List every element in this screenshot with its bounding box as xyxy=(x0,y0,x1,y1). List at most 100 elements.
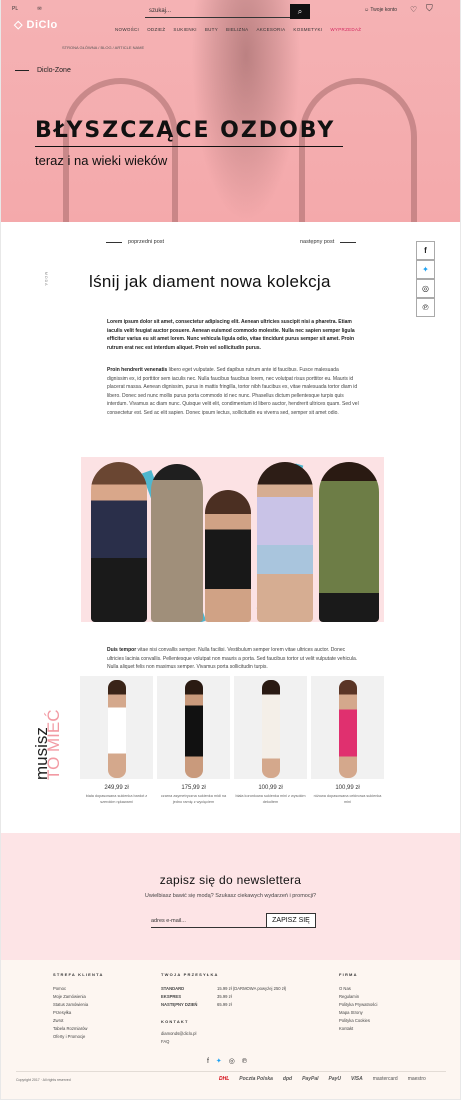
footer-social: f✦◎℗ xyxy=(1,1057,460,1065)
hero-arch-left xyxy=(63,78,178,222)
wishlist-heart-icon[interactable]: ♡ xyxy=(410,5,417,14)
next-post-link[interactable]: następny post xyxy=(300,239,357,245)
product-price: 100,99 zł xyxy=(258,785,283,791)
twitter-icon[interactable]: ✦ xyxy=(216,1058,229,1065)
paypal-logo: PayPal xyxy=(302,1076,319,1082)
product-name[interactable]: biała dopasowana sukienka bardot z szero… xyxy=(80,794,153,805)
product-name[interactable]: czarna asymetryczna sukienka midi na jed… xyxy=(157,794,230,805)
product-model-figure xyxy=(339,680,357,778)
shipping-price: 65.99 zł xyxy=(217,1002,232,1007)
instagram-icon[interactable]: ◎ xyxy=(416,279,435,298)
product-image[interactable] xyxy=(157,676,230,779)
product-card[interactable]: 100,99 zł biała koronkowa sukienka mini … xyxy=(234,676,307,805)
product-list: 249,99 zł biała dopasowana sukienka bard… xyxy=(80,676,384,805)
post-paragraph-1-text: Lorem ipsum dolor sit amet, consectetur … xyxy=(107,319,355,351)
nav-item-shoes[interactable]: BUTY xyxy=(205,27,218,32)
main-nav: NOWOŚCI ODZIEŻ SUKIENKI BUTY BIELIZNA AK… xyxy=(115,27,361,32)
nav-item-new[interactable]: NOWOŚCI xyxy=(115,27,139,32)
model-figure xyxy=(91,462,147,622)
product-image[interactable] xyxy=(234,676,307,779)
payment-logos: DHL Poczta Polska dpd PayPal PayU VISA m… xyxy=(219,1076,426,1082)
product-card[interactable]: 249,99 zł biała dopasowana sukienka bard… xyxy=(80,676,153,805)
nav-item-sale[interactable]: WYPRZEDAŻ xyxy=(330,27,361,32)
search-button[interactable]: ⌕ xyxy=(290,4,310,19)
pinterest-icon[interactable]: ℗ xyxy=(416,298,435,317)
arrow-left-icon xyxy=(15,70,29,71)
nav-item-cosmetics[interactable]: KOSMETYKI xyxy=(293,27,322,32)
footer-col-company: FIRMA O Nas Regulamin Polityka Prywatnoś… xyxy=(339,972,377,1033)
footer-divider xyxy=(16,1071,446,1072)
mail-icon[interactable]: ✉ xyxy=(37,6,41,12)
post-paragraph-3-text: vitae nisi convallis semper. Nulla facil… xyxy=(107,647,358,671)
account-link[interactable]: ☺ Twoje konto xyxy=(364,7,397,13)
back-link[interactable]: Diclo-Zone xyxy=(15,67,71,74)
search-input[interactable]: szukaj... xyxy=(145,5,290,18)
language-switcher[interactable]: PL xyxy=(12,6,18,12)
visa-logo: VISA xyxy=(351,1076,363,1082)
footer-link[interactable]: Oferty i Promocje xyxy=(53,1033,104,1041)
footer-link[interactable]: Zwrot xyxy=(53,1017,104,1025)
product-name[interactable]: biała koronkowa sukienka mini z wysokim … xyxy=(234,794,307,805)
product-image[interactable] xyxy=(80,676,153,779)
footer-col-title: STREFA KLIENTA xyxy=(53,972,104,977)
footer-link[interactable]: Mapa Strony xyxy=(339,1009,377,1017)
post-paragraph-2-lead: Proin hendrerit venenatis xyxy=(107,367,168,373)
post-title: lśnij jak diament nowa kolekcja xyxy=(89,272,331,291)
hero-banner xyxy=(1,0,460,222)
shipping-type: EKSPRES xyxy=(161,994,182,999)
faq-link[interactable]: FAQ xyxy=(161,1038,311,1046)
facebook-icon[interactable]: f xyxy=(207,1058,216,1065)
breadcrumb[interactable]: STRONA GŁÓWNA / BLOG / ARTICLE NAME xyxy=(62,45,144,50)
newsletter-email-input[interactable]: adres e-mail... xyxy=(151,913,266,928)
hero-arch-right xyxy=(299,78,417,222)
shipping-type: STANDARD xyxy=(161,986,185,991)
arrow-left-icon xyxy=(106,241,122,243)
newsletter-subtitle: Uwielbiasz bawić się modą? Szukasz cieka… xyxy=(144,893,317,899)
product-card[interactable]: 175,99 zł czarna asymetryczna sukienka m… xyxy=(157,676,230,805)
share-bar: f ✦ ◎ ℗ xyxy=(416,241,435,317)
hero-title-underline xyxy=(35,146,343,147)
product-name[interactable]: różowa dopasowana cekinowa sukienka mini xyxy=(311,794,384,805)
prev-post-link[interactable]: poprzedni post xyxy=(106,239,164,245)
footer-link[interactable]: Regulamin xyxy=(339,993,377,1001)
post-paragraph-3: Duis tempor vitae nisi convallis semper.… xyxy=(107,646,361,672)
maestro-logo: maestro xyxy=(407,1076,426,1082)
footer-link[interactable]: Pomoc xyxy=(53,985,104,993)
shipping-price: 15.99 zł (DARMOWA powyżej 250 zł) xyxy=(217,986,287,991)
footer-contact-title: KONTAKT xyxy=(161,1019,189,1024)
copyright: Copyright 2017 · All rights reserved xyxy=(16,1078,71,1082)
product-image[interactable] xyxy=(311,676,384,779)
footer-link[interactable]: O Nas xyxy=(339,985,377,993)
model-figure xyxy=(151,464,203,622)
footer-link[interactable]: Kontakt xyxy=(339,1025,377,1033)
footer-link[interactable]: Status zamówienia xyxy=(53,1001,104,1009)
newsletter-subscribe-button[interactable]: ZAPISZ SIĘ xyxy=(266,913,316,928)
dhl-logo: DHL xyxy=(219,1076,230,1082)
nav-item-accessories[interactable]: AKCESORIA xyxy=(256,27,285,32)
nav-item-dresses[interactable]: SUKIENKI xyxy=(173,27,196,32)
footer-link[interactable]: Przesyłka xyxy=(53,1009,104,1017)
nav-item-clothing[interactable]: ODZIEŻ xyxy=(147,27,165,32)
footer-link[interactable]: Polityka Prywatności xyxy=(339,1001,377,1009)
footer-col-client: STREFA KLIENTA Pomoc Moje Zamówienia Sta… xyxy=(53,972,104,1041)
instagram-icon[interactable]: ◎ xyxy=(229,1058,242,1065)
product-card[interactable]: 100,99 zł różowa dopasowana cekinowa suk… xyxy=(311,676,384,805)
shipping-row: STANDARD 15.99 zł (DARMOWA powyżej 250 zł… xyxy=(161,985,311,993)
shopping-bag-icon[interactable]: ⛉ xyxy=(426,3,433,14)
model-figure xyxy=(205,490,251,622)
arrow-right-icon xyxy=(340,241,357,243)
post-category-tag[interactable]: MODA xyxy=(44,272,48,287)
logo[interactable]: ◇ DiClo xyxy=(14,18,58,31)
footer-col-shipping: TWOJA PRZESYŁKA STANDARD 15.99 zł (DARMOW… xyxy=(161,972,311,1046)
pinterest-icon[interactable]: ℗ xyxy=(242,1058,254,1065)
post-paragraph-3-lead: Duis tempor xyxy=(107,647,137,653)
twitter-icon[interactable]: ✦ xyxy=(416,260,435,279)
footer-link[interactable]: Tabela Rozmiarów xyxy=(53,1025,104,1033)
post-paragraph-1: Lorem ipsum dolor sit amet, consectetur … xyxy=(107,318,361,352)
account-label: Twoje konto xyxy=(370,7,398,13)
footer-link[interactable]: Moje Zamówienia xyxy=(53,993,104,1001)
facebook-icon[interactable]: f xyxy=(416,241,435,260)
footer-link[interactable]: Polityka Cookies xyxy=(339,1017,377,1025)
nav-item-lingerie[interactable]: BIELIZNA xyxy=(226,27,248,32)
contact-email[interactable]: diamonds@diclo.pl xyxy=(161,1030,311,1038)
